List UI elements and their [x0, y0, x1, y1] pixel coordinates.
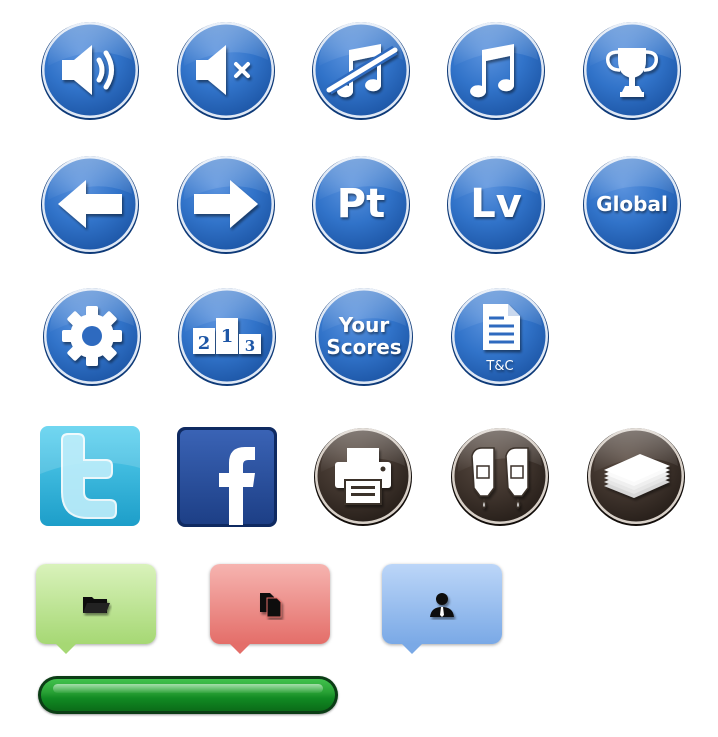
forward-button[interactable]: [176, 154, 276, 254]
terms-button[interactable]: T&C: [450, 286, 550, 386]
trophy-button[interactable]: [582, 20, 682, 120]
your-scores-button[interactable]: Your Scores: [314, 286, 414, 386]
copy-icon: [260, 593, 282, 618]
music-off-icon: [326, 44, 398, 98]
podium-second-label: 2: [198, 333, 211, 354]
twitter-bird-icon: [40, 426, 140, 526]
ink-cartridges-icon: [471, 447, 529, 509]
global-button[interactable]: Global: [582, 154, 682, 254]
podium-icon: 2 1 3: [193, 318, 261, 355]
facebook-button[interactable]: [177, 427, 277, 527]
ink-button[interactable]: [450, 426, 550, 526]
sound-mute-button[interactable]: [176, 20, 276, 120]
level-button[interactable]: Lv: [446, 154, 546, 254]
points-label: Pt: [336, 181, 386, 227]
music-off-button[interactable]: [311, 20, 411, 120]
facebook-icon: [177, 427, 277, 527]
folder-icon: [83, 597, 110, 613]
user-icon: [430, 593, 454, 617]
back-button[interactable]: [40, 154, 140, 254]
global-label: Global: [596, 192, 668, 216]
twitter-button[interactable]: [40, 426, 140, 526]
sound-on-button[interactable]: [40, 20, 140, 120]
leaderboard-button[interactable]: 2 1 3: [177, 286, 277, 386]
arrow-left-icon: [58, 180, 122, 228]
folder-tooltip-button[interactable]: [36, 564, 156, 654]
podium-first-label: 1: [221, 326, 234, 347]
copy-tooltip-button[interactable]: [210, 564, 330, 654]
progress-bar: [38, 676, 338, 714]
level-label: Lv: [470, 181, 522, 227]
printer-icon: [335, 448, 391, 505]
user-tooltip-button[interactable]: [382, 564, 502, 654]
arrow-right-icon: [194, 180, 258, 228]
settings-button[interactable]: [42, 286, 142, 386]
print-button[interactable]: [313, 426, 413, 526]
terms-label: T&C: [486, 358, 514, 374]
podium-third-label: 3: [245, 337, 255, 355]
music-on-icon: [470, 44, 514, 98]
progress-bar-shine: [53, 684, 323, 693]
trophy-icon: [605, 48, 659, 97]
gear-icon: [62, 306, 122, 366]
your-scores-line1: Your: [338, 313, 390, 337]
your-scores-line2: Scores: [326, 335, 402, 359]
paper-stack-icon: [604, 454, 670, 498]
paper-button[interactable]: [586, 426, 686, 526]
music-on-button[interactable]: [446, 20, 546, 120]
progress-bar-fill: [41, 679, 335, 711]
points-button[interactable]: Pt: [311, 154, 411, 254]
speaker-on-icon: [62, 45, 114, 95]
speaker-mute-icon: [196, 45, 250, 95]
